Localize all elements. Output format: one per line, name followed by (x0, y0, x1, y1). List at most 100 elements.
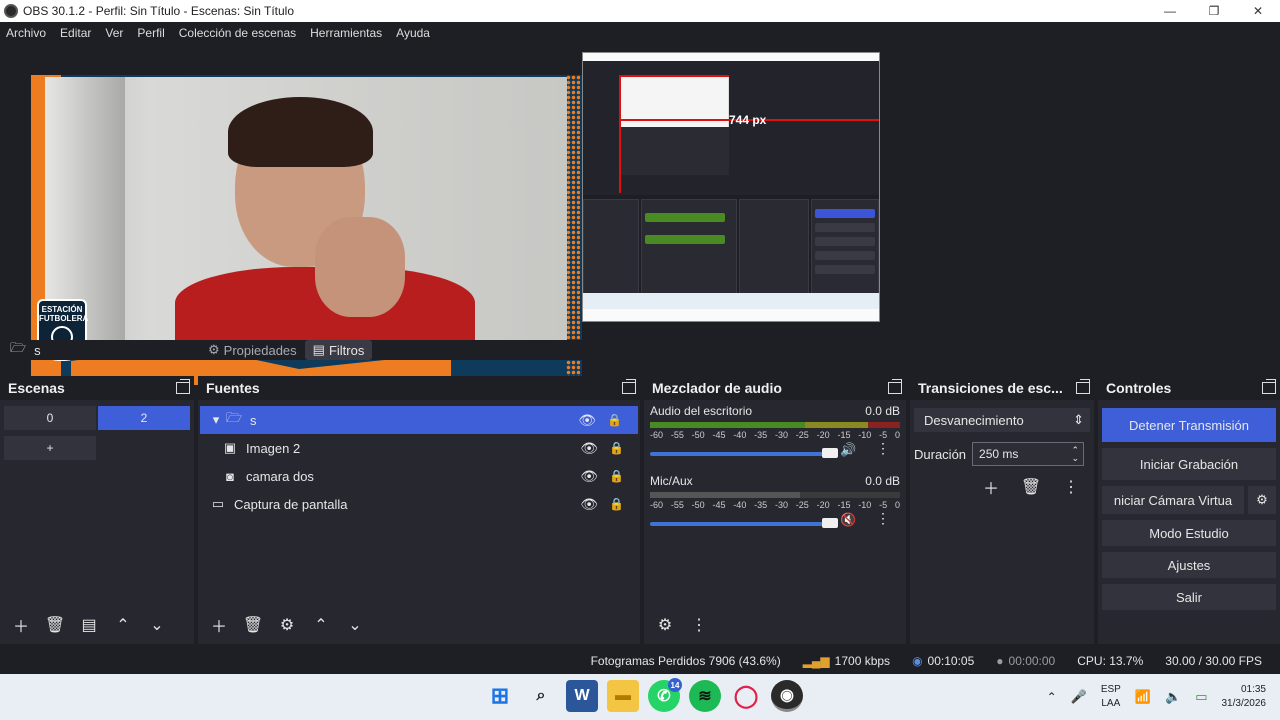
undock-icon[interactable] (176, 379, 190, 394)
volume-icon[interactable]: 🔈 (1165, 689, 1181, 705)
signal-bars-icon: ▂▄▆ (802, 654, 830, 668)
chevron-down-icon[interactable]: ▾ (208, 412, 224, 427)
obs-icon[interactable]: ◉ (771, 680, 803, 712)
mini-control-button (815, 223, 875, 232)
clock[interactable]: 01:35 31/3/2026 (1222, 683, 1267, 711)
mini-meter (645, 213, 725, 222)
preview-canvas[interactable]: 744 px ESTACIÓN FUTBOLERA (0, 44, 1280, 385)
up-arrow-icon[interactable]: ⌃ (108, 612, 138, 638)
menu-herramientas[interactable]: Herramientas (310, 26, 382, 40)
undock-icon[interactable] (1262, 379, 1276, 394)
exit-button[interactable]: Salir (1102, 584, 1276, 610)
scene-button-0[interactable]: 0 (4, 406, 96, 430)
filter-icon[interactable]: ▤ (74, 612, 104, 638)
kebab-menu-icon[interactable]: ⋮ (876, 510, 890, 527)
trash-icon[interactable]: 🗑 (238, 612, 268, 638)
eye-icon[interactable]: 👁 (578, 412, 596, 429)
maximize-button[interactable]: ❐ (1192, 0, 1236, 22)
bounding-line-vertical (619, 75, 621, 193)
menu-archivo[interactable]: Archivo (6, 26, 46, 40)
word-icon[interactable]: W (566, 680, 598, 712)
advanced-audio-gear-icon[interactable]: ⚙ (650, 612, 680, 638)
add-scene-button[interactable]: + (4, 436, 96, 460)
speaker-icon[interactable]: 🔊 (840, 442, 856, 458)
source-row-camara-dos[interactable]: ◙ camara dos 👁 🔒 (198, 462, 640, 490)
undock-icon[interactable] (622, 379, 636, 394)
mixer-toolbar: ⚙ ⋮ (644, 612, 714, 638)
language-indicator[interactable]: ESP LAA (1101, 683, 1121, 711)
volume-slider[interactable] (650, 518, 840, 530)
lock-icon[interactable]: 🔒 (609, 497, 624, 511)
transitions-title: Transiciones de esc... (918, 380, 1063, 396)
source-name: s (250, 412, 257, 428)
mixer-header: Mezclador de audio (644, 376, 906, 400)
undock-icon[interactable] (888, 379, 902, 394)
kebab-menu-icon[interactable]: ⋮ (1056, 474, 1086, 500)
trash-icon[interactable]: 🗑 (40, 612, 70, 638)
kebab-menu-icon[interactable]: ⋮ (876, 440, 890, 457)
duration-spinbox[interactable]: 250 ms ⌃ ⌄ (972, 442, 1085, 466)
properties-button[interactable]: ⚙ Propiedades (200, 340, 305, 360)
gear-icon[interactable]: ⚙ (272, 612, 302, 638)
scale-tick: -10 (858, 430, 872, 440)
microphone-icon[interactable]: 🎤 (1071, 689, 1087, 705)
menu-coleccion-escenas[interactable]: Colección de escenas (179, 26, 296, 40)
undock-icon[interactable] (1076, 379, 1090, 394)
volume-slider[interactable] (650, 448, 840, 460)
trash-icon[interactable]: 🗑 (1016, 474, 1046, 500)
menu-ayuda[interactable]: Ayuda (396, 26, 430, 40)
menu-editar[interactable]: Editar (60, 26, 91, 40)
start-recording-button[interactable]: Iniciar Grabación (1102, 448, 1276, 480)
chevron-up-icon[interactable]: ⌃ (1047, 690, 1057, 704)
eye-icon[interactable]: 👁 (580, 468, 598, 485)
muted-speaker-icon[interactable]: 🔇 (840, 512, 856, 528)
scale-tick: -20 (816, 430, 830, 440)
kebab-menu-icon[interactable]: ⋮ (684, 612, 714, 638)
screen-capture-source[interactable]: 744 px (582, 52, 880, 322)
down-arrow-icon[interactable]: ⌄ (142, 612, 172, 638)
virtual-camera-gear-icon[interactable]: ⚙ (1248, 486, 1276, 514)
slider-handle[interactable] (822, 518, 838, 528)
eye-icon[interactable]: 👁 (580, 440, 598, 457)
gear-icon: ⚙ (208, 342, 220, 357)
slider-handle[interactable] (822, 448, 838, 458)
scene-button-2[interactable]: 2 (98, 406, 190, 430)
spotify-icon[interactable]: ≋ (689, 680, 721, 712)
lock-icon[interactable]: 🔒 (609, 469, 624, 483)
scale-tick: -25 (795, 500, 809, 510)
stop-streaming-button[interactable]: Detener Transmisión (1102, 408, 1276, 442)
lock-icon[interactable]: 🔒 (609, 441, 624, 455)
close-button[interactable]: ✕ (1236, 0, 1280, 22)
filters-button[interactable]: ▤ Filtros (304, 340, 373, 360)
settings-button[interactable]: Ajustes (1102, 552, 1276, 578)
up-arrow-icon[interactable]: ⌃ (306, 612, 336, 638)
whatsapp-badge: 14 (668, 678, 682, 692)
source-name: Imagen 2 (246, 440, 301, 456)
studio-mode-button[interactable]: Modo Estudio (1102, 520, 1276, 546)
wifi-icon[interactable]: 📶 (1135, 689, 1151, 705)
add-icon[interactable]: ＋ (976, 474, 1006, 500)
source-row-imagen-2[interactable]: ▣ Imagen 2 👁 🔒 (198, 434, 640, 462)
down-arrow-icon[interactable]: ⌄ (340, 612, 370, 638)
context-source-name: s (34, 342, 41, 358)
menu-ver[interactable]: Ver (105, 26, 123, 40)
start-virtual-camera-button[interactable]: niciar Cámara Virtua (1102, 486, 1244, 514)
eye-icon[interactable]: 👁 (580, 496, 598, 513)
camera-person-hand (315, 217, 405, 317)
battery-icon[interactable]: ▭ (1195, 689, 1207, 705)
lock-icon[interactable]: 🔒 (607, 413, 622, 427)
source-row-s[interactable]: ▾ 🗁 s 👁 🔒 (200, 406, 638, 434)
spin-arrows-icon[interactable]: ⌃ ⌄ (1071, 446, 1079, 463)
transition-select[interactable]: Desvanecimiento ⇕ (914, 408, 1090, 432)
add-icon[interactable]: ＋ (204, 612, 234, 638)
clock-date: 31/3/2026 (1221, 698, 1267, 709)
search-icon[interactable]: ⌕ (525, 680, 557, 712)
whatsapp-icon[interactable]: ✆ 14 (648, 678, 682, 712)
opera-gx-icon[interactable]: ◯ (730, 680, 762, 712)
menu-perfil[interactable]: Perfil (137, 26, 164, 40)
windows-start-icon[interactable]: ⊞ (484, 680, 516, 712)
source-row-captura[interactable]: ▭ Captura de pantalla 👁 🔒 (198, 490, 640, 518)
minimize-button[interactable]: — (1148, 0, 1192, 22)
file-explorer-icon[interactable]: ▬ (607, 680, 639, 712)
add-icon[interactable]: ＋ (6, 612, 36, 638)
